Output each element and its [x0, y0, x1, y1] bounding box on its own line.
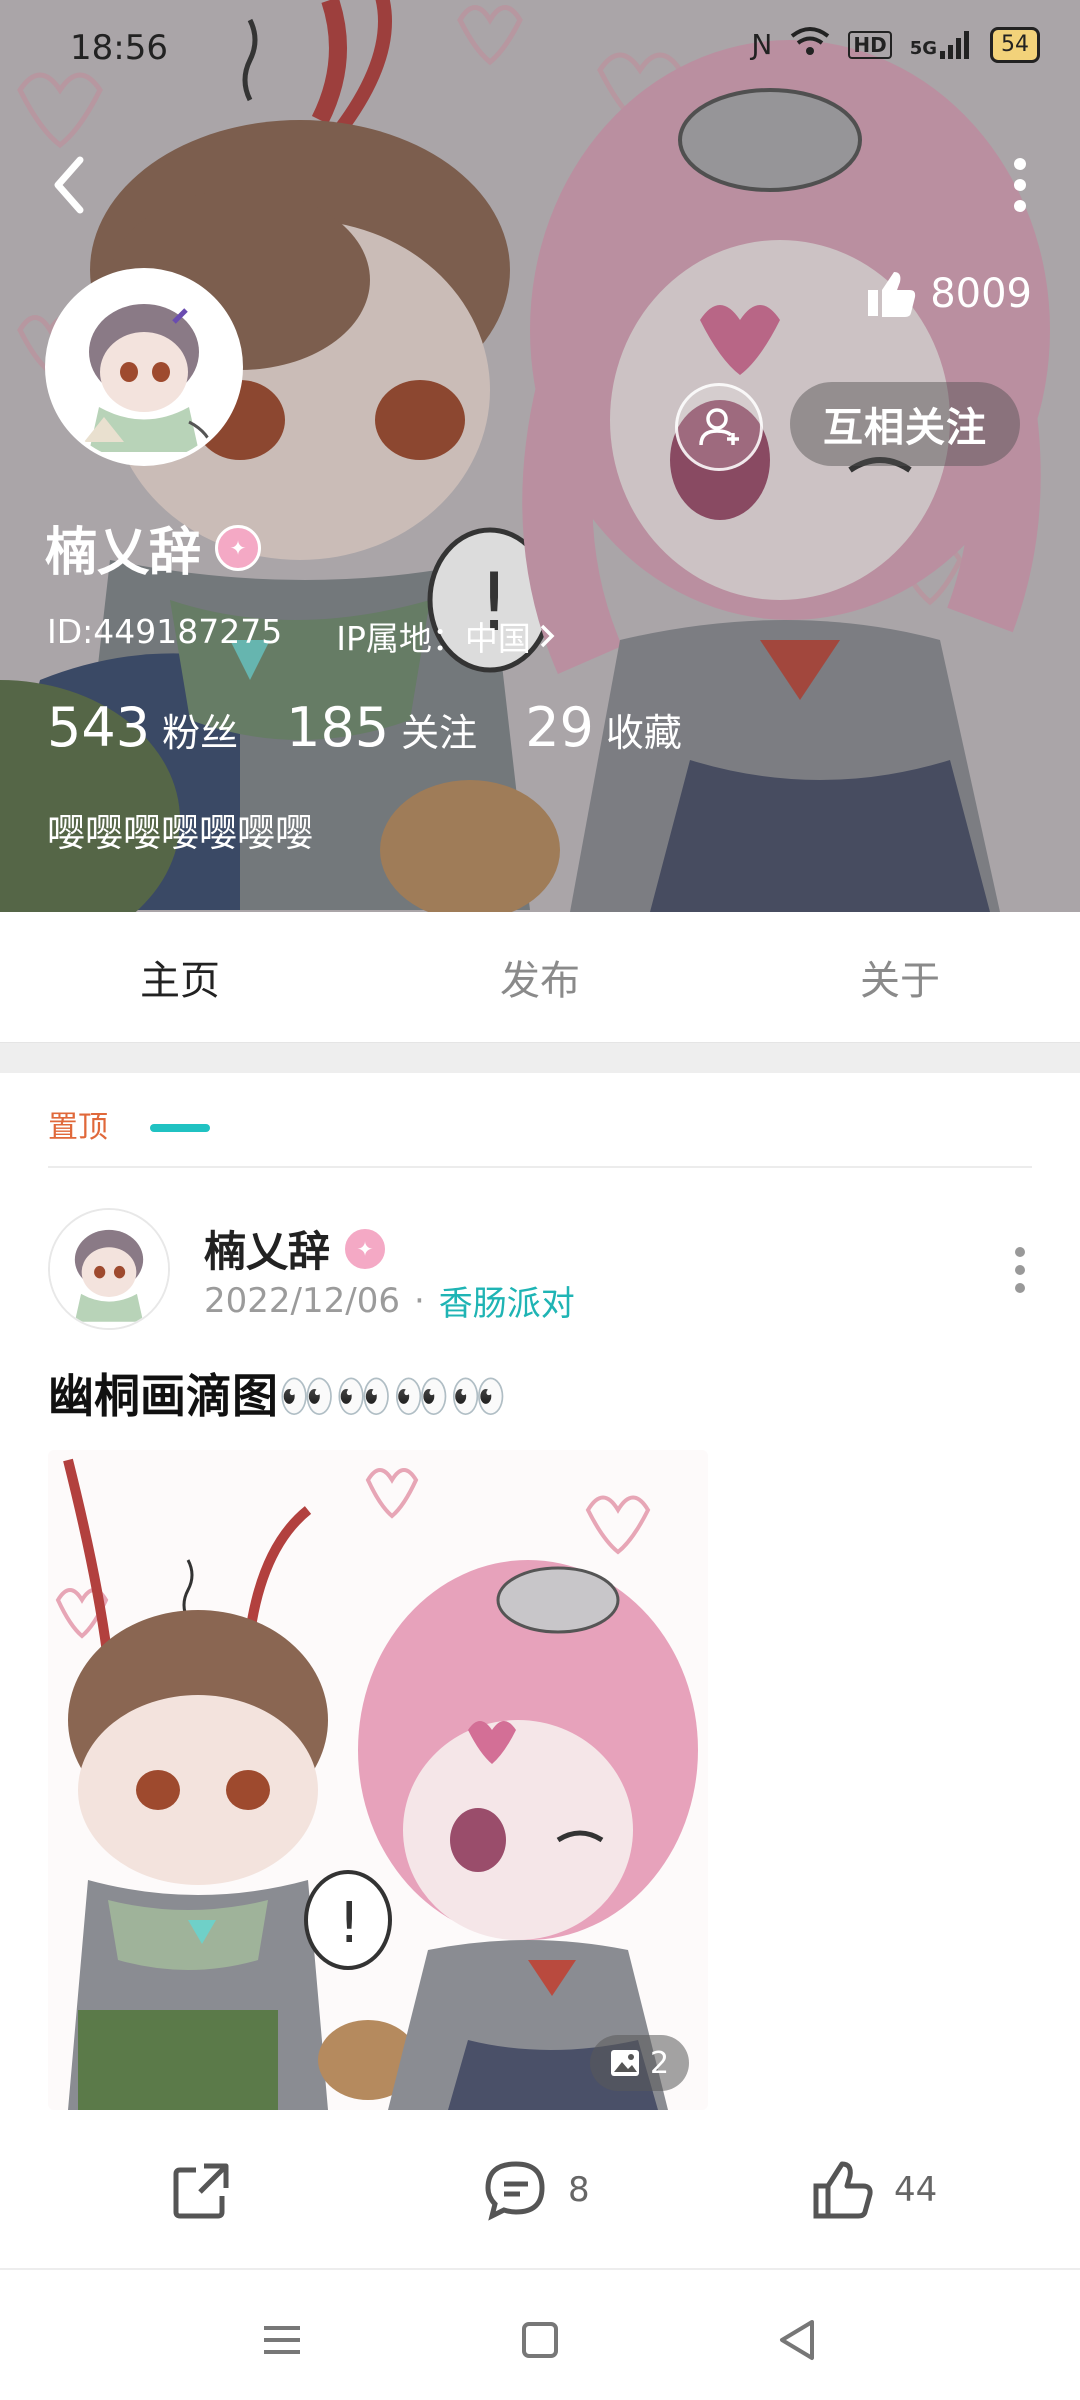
menu-button[interactable]: [252, 2310, 312, 2370]
following-label: 关注: [401, 711, 478, 755]
post-meta: 2022/12/06 · 香肠派对: [204, 1276, 575, 1325]
avatar[interactable]: [45, 268, 243, 466]
followers-label: 粉丝: [162, 711, 239, 755]
home-button[interactable]: [510, 2310, 570, 2370]
vertical-dots-icon: [1015, 1247, 1025, 1293]
followers-stat[interactable]: 543 粉丝: [47, 696, 238, 759]
avatar-image: [49, 272, 239, 462]
active-tab-indicator: [150, 1124, 210, 1132]
share-icon: [173, 2163, 229, 2219]
status-icons: Ɲ HD 5G 54: [751, 26, 1040, 63]
hd-icon: HD: [848, 30, 892, 59]
status-time: 18:56: [70, 28, 168, 68]
like-button[interactable]: 44: [810, 2150, 937, 2230]
user-badge-icon: ✦: [215, 524, 262, 571]
image-count-badge: 2: [590, 2035, 690, 2091]
mutual-follow-button[interactable]: 互相关注: [790, 382, 1020, 466]
square-icon: [522, 2322, 558, 2358]
like-count: 44: [894, 2170, 938, 2210]
favorites-label: 收藏: [605, 711, 682, 755]
ip-location: IP属地：中国: [336, 619, 531, 658]
likes-count: 8009: [930, 271, 1032, 317]
tab-about[interactable]: 关于: [720, 912, 1080, 1042]
comment-count: 8: [568, 2170, 590, 2210]
post-illustration: !: [48, 1450, 708, 2110]
user-badge-icon: ✦: [342, 1225, 389, 1272]
system-nav-bar: [0, 2270, 1080, 2400]
chevron-left-icon: [54, 156, 84, 214]
svg-text:!: !: [338, 1891, 360, 1956]
add-friend-button[interactable]: [675, 383, 763, 471]
pinned-label: 置顶: [48, 1110, 108, 1145]
triangle-back-icon: [780, 2320, 814, 2360]
comment-button[interactable]: 8: [484, 2150, 590, 2230]
post-author-row: 楠乂辞 ✦: [204, 1218, 389, 1279]
share-button[interactable]: [170, 2150, 234, 2230]
battery-icon: 54: [990, 26, 1040, 63]
wifi-icon: [790, 26, 830, 63]
user-id: ID:449187275: [47, 612, 283, 651]
divider: [48, 1166, 1032, 1168]
post-date: 2022/12/06: [204, 1280, 400, 1321]
thumbs-up-outline-icon: [813, 2161, 873, 2219]
post-title[interactable]: 幽桐画滴图👀👀👀👀: [48, 1360, 507, 1426]
id-row: ID:449187275 IP属地：中国: [47, 612, 557, 660]
image-icon: [611, 2050, 639, 2076]
more-options-button[interactable]: [990, 150, 1050, 220]
avatar-image: [50, 1210, 168, 1328]
network-type: 5G: [909, 37, 937, 59]
username: 楠乂辞: [45, 523, 202, 583]
separator-dot: ·: [413, 1280, 425, 1321]
add-user-icon: [699, 408, 739, 446]
username-row: 楠乂辞 ✦: [45, 510, 262, 585]
profile-likes: 8009: [864, 268, 1032, 320]
vertical-dots-icon: [1014, 158, 1026, 212]
following-count: 185: [286, 696, 390, 759]
status-bar: 18:56 Ɲ HD 5G 54: [0, 0, 1080, 96]
post-image[interactable]: !: [48, 1450, 708, 2110]
back-nav-button[interactable]: [768, 2310, 828, 2370]
comment-icon: [485, 2161, 545, 2221]
ip-location-button[interactable]: IP属地：中国: [336, 612, 557, 660]
profile-bio: 嘤嘤嘤嘤嘤嘤嘤: [47, 811, 314, 855]
signal-icon: 5G: [909, 30, 972, 59]
profile-tabs: 主页 发布 关于: [0, 912, 1080, 1043]
profile-header: ! 18:56 Ɲ HD 5G 54 8009 互相关注 楠乂辞 ✦ ID:44…: [0, 0, 1080, 912]
nfc-icon: Ɲ: [751, 28, 773, 61]
following-stat[interactable]: 185 关注: [286, 696, 477, 759]
post-author-avatar[interactable]: [48, 1208, 170, 1330]
profile-stats: 543 粉丝 185 关注 29 收藏: [47, 696, 682, 759]
chevron-right-icon: [540, 624, 555, 648]
post-topic-link[interactable]: 香肠派对: [439, 1276, 575, 1325]
tab-home[interactable]: 主页: [0, 912, 360, 1042]
image-count: 2: [650, 2045, 670, 2081]
post-author-name[interactable]: 楠乂辞: [204, 1218, 330, 1279]
thumbs-up-icon: [868, 272, 916, 317]
followers-count: 543: [47, 696, 151, 759]
section-divider: [0, 1043, 1080, 1073]
tab-posts[interactable]: 发布: [360, 912, 720, 1042]
back-button[interactable]: [40, 150, 100, 220]
menu-icon: [264, 2326, 300, 2354]
favorites-stat[interactable]: 29 收藏: [525, 696, 682, 759]
post-more-button[interactable]: [990, 1240, 1050, 1300]
favorites-count: 29: [525, 696, 594, 759]
post-actions: 8 44: [0, 2150, 1080, 2230]
